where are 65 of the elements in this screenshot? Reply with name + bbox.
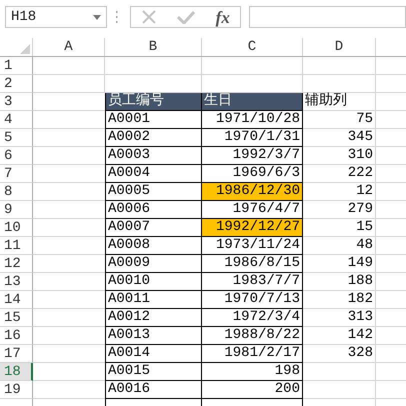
- row-header[interactable]: 10: [0, 219, 33, 237]
- table-cell: 222: [303, 165, 376, 183]
- table-cell: 1969/6/3: [202, 165, 303, 183]
- column-header[interactable]: A: [33, 38, 105, 56]
- table-cell: 1992/12/27: [202, 219, 303, 237]
- table-cell: 328: [303, 345, 376, 363]
- table-cell: 1981/2/17: [202, 345, 303, 363]
- table-cell: 48: [303, 237, 376, 255]
- row-header[interactable]: 11: [0, 237, 33, 255]
- table-cell: 1988/8/22: [202, 327, 303, 345]
- table-cell: 310: [303, 147, 376, 165]
- grip-icon: [115, 10, 118, 24]
- table-cell: 1970/7/13: [202, 291, 303, 309]
- table-cell: 1976/4/7: [202, 201, 303, 219]
- table-cell: 188: [303, 273, 376, 291]
- table-cell: 198: [202, 363, 303, 381]
- row-header[interactable]: 6: [0, 147, 33, 165]
- name-box-text: H18: [11, 8, 36, 26]
- row-header[interactable]: 15: [0, 309, 33, 327]
- row-header[interactable]: 3: [0, 93, 33, 111]
- dropdown-icon[interactable]: [93, 14, 101, 20]
- row-header[interactable]: 9: [0, 201, 33, 219]
- column-header[interactable]: B: [105, 38, 202, 56]
- row-header[interactable]: 17: [0, 345, 33, 363]
- row-header[interactable]: 8: [0, 183, 33, 201]
- row-header[interactable]: 14: [0, 291, 33, 309]
- select-all-icon[interactable]: [20, 44, 30, 54]
- table-cell: 75: [303, 111, 376, 129]
- column-title: 生日: [202, 93, 303, 111]
- table-cell: 1973/11/24: [202, 237, 303, 255]
- name-box[interactable]: H18: [5, 6, 107, 28]
- row-header[interactable]: 16: [0, 327, 33, 345]
- table-cell: 1970/1/31: [202, 129, 303, 147]
- table-cell: 182: [303, 291, 376, 309]
- table-cell: 1992/3/7: [202, 147, 303, 165]
- row-header[interactable]: 12: [0, 255, 33, 273]
- cancel-icon[interactable]: [141, 9, 158, 25]
- table-cell: 279: [303, 201, 376, 219]
- table-cell: 15: [303, 219, 376, 237]
- row-header[interactable]: 1: [0, 57, 33, 75]
- column-header[interactable]: C: [202, 38, 303, 56]
- insert-function-button[interactable]: fx: [216, 8, 230, 26]
- table-cell: 1971/10/28: [202, 111, 303, 129]
- table-cell: 345: [303, 129, 376, 147]
- table-cell: 313: [303, 309, 376, 327]
- row-header[interactable]: 5: [0, 129, 33, 147]
- check-icon[interactable]: [177, 10, 196, 24]
- row-header[interactable]: 7: [0, 165, 33, 183]
- formula-field[interactable]: [249, 6, 406, 28]
- column-title: 员工编号: [105, 93, 202, 111]
- table-cell: 1972/3/4: [202, 309, 303, 327]
- table-cell: 200: [202, 381, 303, 399]
- row-header[interactable]: 4: [0, 111, 33, 129]
- table-cell: 142: [303, 327, 376, 345]
- table-cell: 149: [303, 255, 376, 273]
- table-cell: 1986/8/15: [202, 255, 303, 273]
- row-header[interactable]: 2: [0, 75, 33, 93]
- row-header[interactable]: 19: [0, 381, 33, 399]
- table-cell: 1986/12/30: [202, 183, 303, 201]
- column-title: 辅助列: [303, 93, 376, 111]
- row-header[interactable]: 18: [0, 363, 33, 381]
- table-cell: 12: [303, 183, 376, 201]
- column-header[interactable]: D: [303, 38, 376, 56]
- table-cell: 1983/7/7: [202, 273, 303, 291]
- row-header[interactable]: 13: [0, 273, 33, 291]
